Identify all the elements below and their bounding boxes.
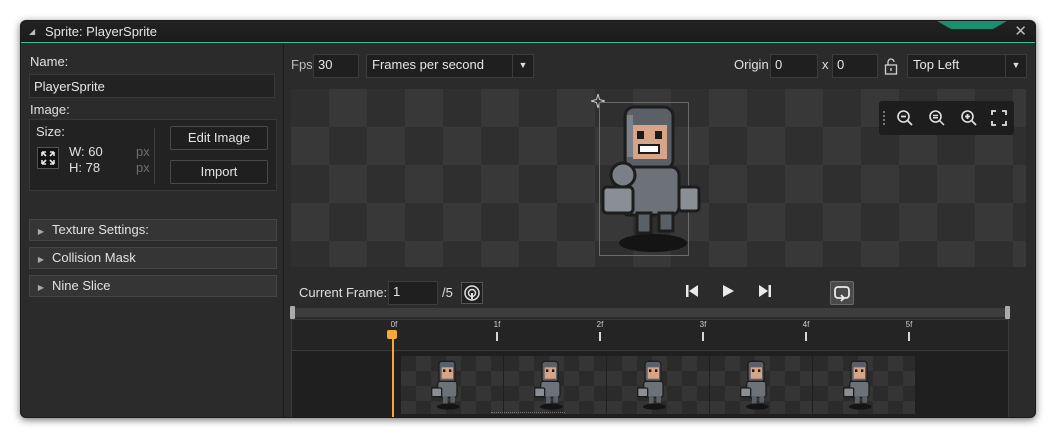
zoom-out-icon[interactable] — [893, 106, 917, 130]
size-label: Size: — [36, 124, 65, 139]
frame-thumbnail[interactable] — [504, 356, 606, 414]
knight-thumbnail-image — [534, 360, 563, 410]
resize-grip[interactable] — [491, 412, 565, 416]
section-label: Nine Slice — [52, 278, 111, 293]
knight-thumbnail-image — [740, 360, 769, 410]
tick-mark — [805, 332, 807, 341]
origin-y-input[interactable]: 0 — [832, 54, 878, 78]
tick-mark — [496, 332, 498, 341]
expand-arrow-icon: ▶ — [37, 255, 45, 264]
fps-label: Fps — [291, 57, 313, 72]
speed-mode-value: Frames per second — [372, 57, 484, 72]
skip-to-start-icon[interactable] — [684, 283, 700, 303]
width-unit: px — [136, 144, 150, 159]
tick-label: 2f — [596, 320, 604, 329]
title-accent-notch — [937, 21, 1007, 29]
current-frame-label: Current Frame: — [299, 285, 388, 300]
sprite-view-panel: Fps 30 Frames per second ▼ Origin 0 x 0 … — [284, 43, 1035, 417]
width-value: W: 60 — [69, 144, 103, 159]
sprite-editor-window: ◢ Sprite: PlayerSprite ✕ Name: PlayerSpr… — [20, 20, 1036, 418]
expand-arrows-icon[interactable] — [37, 147, 59, 169]
sprite-name-input[interactable]: PlayerSprite — [29, 74, 275, 98]
image-label: Image: — [30, 102, 70, 117]
frame-timeline[interactable]: 0f 1f 2f 3f 4f 5f 6 — [291, 319, 1009, 417]
section-nine-slice[interactable]: ▶ Nine Slice — [29, 275, 277, 297]
origin-separator: x — [822, 57, 829, 72]
knight-thumbnail-image — [637, 360, 666, 410]
tick-mark — [599, 332, 601, 341]
name-label: Name: — [30, 54, 69, 69]
origin-label: Origin — [734, 57, 769, 72]
scroll-handle-left[interactable] — [290, 306, 295, 319]
knight-thumbnail-image — [431, 360, 460, 410]
scroll-handle-right[interactable] — [1005, 306, 1010, 319]
chevron-down-icon: ▼ — [512, 55, 533, 77]
knight-thumbnail-image — [843, 360, 872, 410]
collapse-triangle-icon[interactable]: ◢ — [29, 27, 35, 36]
current-frame-input[interactable]: 1 — [388, 281, 438, 305]
edit-image-button[interactable]: Edit Image — [170, 126, 268, 150]
frame-thumbnail[interactable] — [710, 356, 812, 414]
lock-open-icon[interactable] — [884, 57, 898, 78]
fps-input[interactable]: 30 — [313, 54, 359, 78]
section-texture-settings[interactable]: ▶ Texture Settings: — [29, 219, 277, 241]
knight-sprite-image — [601, 105, 701, 252]
zoom-reset-icon[interactable] — [925, 106, 949, 130]
origin-preset-value: Top Left — [913, 57, 960, 72]
window-title: Sprite: PlayerSprite — [45, 24, 157, 39]
expand-arrow-icon: ▶ — [37, 283, 45, 292]
sprite-canvas[interactable] — [291, 89, 1026, 267]
loop-toggle-icon[interactable] — [830, 281, 854, 305]
origin-preset-dropdown[interactable]: Top Left ▼ — [907, 54, 1027, 78]
import-button[interactable]: Import — [170, 160, 268, 184]
expand-arrow-icon: ▶ — [37, 227, 45, 236]
height-unit: px — [136, 160, 150, 175]
tick-mark — [908, 332, 910, 341]
timeline-scrollbar[interactable] — [290, 306, 1010, 319]
playback-bar: Current Frame: 1 /5 — [284, 277, 1035, 307]
play-icon[interactable] — [720, 283, 736, 303]
origin-x-input[interactable]: 0 — [770, 54, 818, 78]
close-icon[interactable]: ✕ — [1014, 22, 1027, 40]
section-label: Collision Mask — [52, 250, 136, 265]
properties-panel: Name: PlayerSprite Image: Size: W: 60 px… — [21, 43, 284, 417]
zoom-in-icon[interactable] — [957, 106, 981, 130]
frame-thumbnail[interactable] — [401, 356, 503, 414]
onion-skin-icon[interactable] — [461, 282, 483, 304]
frame-total: /5 — [442, 285, 453, 300]
tick-label: 6 — [1004, 320, 1008, 329]
title-bar: ◢ Sprite: PlayerSprite ✕ — [21, 21, 1035, 43]
playhead[interactable] — [392, 334, 394, 417]
speed-mode-dropdown[interactable]: Frames per second ▼ — [366, 54, 534, 78]
size-group: Size: W: 60 px H: 78 px Edit Image Impor… — [29, 119, 277, 191]
tick-mark — [702, 332, 704, 341]
tick-label: 3f — [699, 320, 707, 329]
skip-to-end-icon[interactable] — [757, 283, 773, 303]
frame-ruler: 0f 1f 2f 3f 4f 5f 6 — [292, 320, 1008, 351]
tick-label: 0f — [390, 320, 398, 329]
section-label: Texture Settings: — [52, 222, 149, 237]
chevron-down-icon: ▼ — [1005, 55, 1026, 77]
fullscreen-icon[interactable] — [987, 106, 1011, 130]
size-divider — [154, 128, 155, 184]
section-collision-mask[interactable]: ▶ Collision Mask — [29, 247, 277, 269]
grip-icon[interactable] — [883, 111, 889, 125]
frame-thumbnail[interactable] — [813, 356, 915, 414]
tick-label: 1f — [493, 320, 501, 329]
height-value: H: 78 — [69, 160, 101, 175]
tick-label: 5f — [905, 320, 913, 329]
zoom-toolbar — [879, 101, 1014, 135]
frame-thumbnail[interactable] — [607, 356, 709, 414]
tick-label: 4f — [802, 320, 810, 329]
